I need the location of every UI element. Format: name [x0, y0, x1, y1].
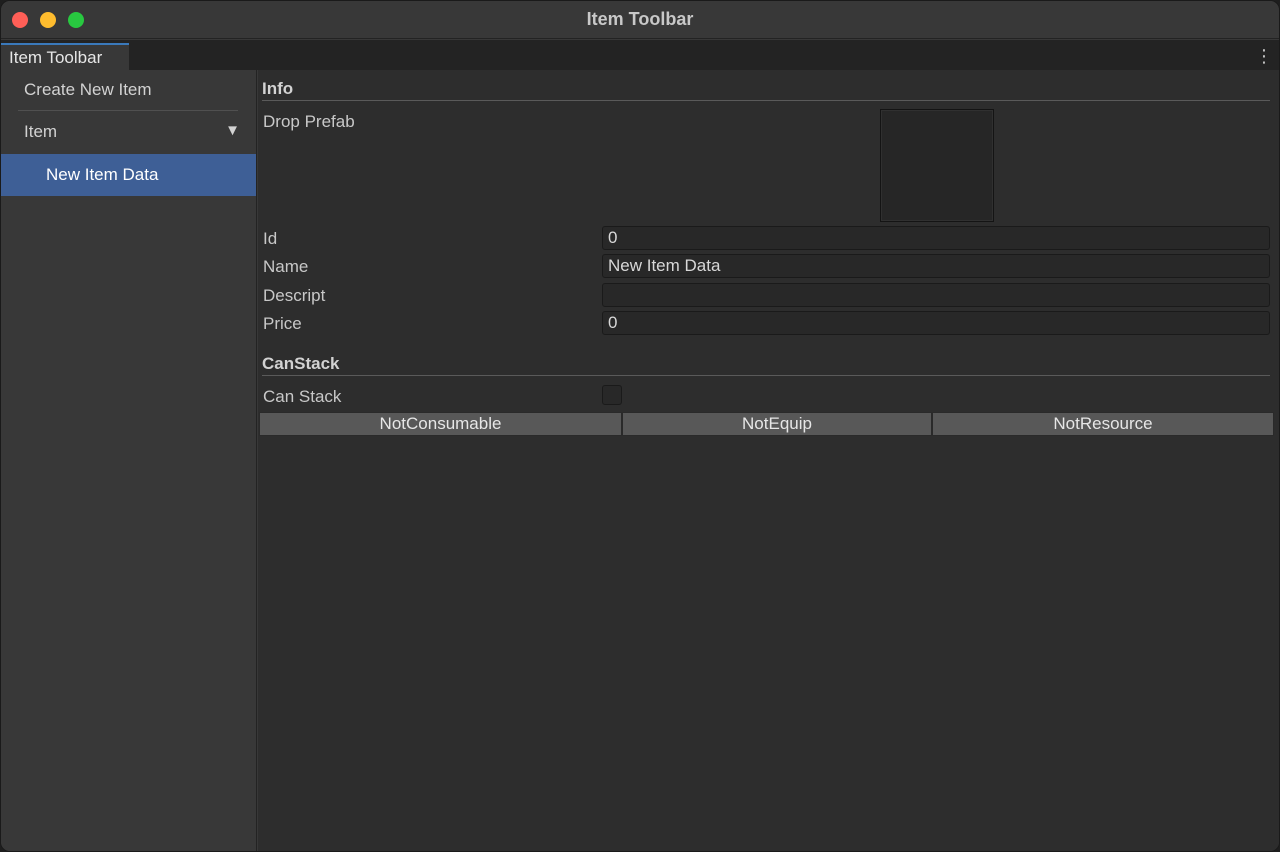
title-bar: Item Toolbar: [1, 1, 1279, 39]
sidebar-group-item[interactable]: Item ▼: [24, 122, 240, 146]
descript-label: Descript: [263, 286, 326, 305]
inspector-panel: Info Drop Prefab Id 0 Name New Item Data…: [258, 70, 1279, 851]
window-title: Item Toolbar: [586, 9, 694, 29]
editor-window: Item Toolbar Item Toolbar ⋮ Create New I…: [0, 0, 1280, 852]
section-title-info: Info: [262, 79, 294, 98]
can-stack-label: Can Stack: [263, 387, 342, 406]
descript-field[interactable]: [602, 283, 1270, 307]
section-divider-info: [262, 100, 1270, 101]
tab-strip: Item Toolbar ⋮: [1, 40, 1279, 70]
tab-item-toolbar[interactable]: Item Toolbar: [1, 43, 129, 70]
sidebar-item-new-item-data[interactable]: New Item Data: [1, 154, 256, 196]
kebab-menu-icon[interactable]: ⋮: [1255, 46, 1273, 66]
drop-prefab-label: Drop Prefab: [263, 112, 355, 131]
sidebar-group-label: Item: [24, 122, 58, 141]
name-label: Name: [263, 257, 309, 276]
can-stack-checkbox[interactable]: [602, 385, 622, 405]
triangle-down-icon[interactable]: ▼: [225, 122, 240, 139]
not-resource-button[interactable]: NotResource: [932, 412, 1274, 436]
section-divider-canstack: [262, 375, 1270, 376]
type-button-row: NotConsumable NotEquip NotResource: [259, 412, 1274, 436]
price-label: Price: [263, 314, 302, 333]
id-field[interactable]: 0: [602, 226, 1270, 250]
sidebar: Create New Item Item ▼ New Item Data: [1, 70, 257, 851]
not-consumable-button[interactable]: NotConsumable: [259, 412, 622, 436]
not-equip-button[interactable]: NotEquip: [622, 412, 932, 436]
drop-prefab-slot[interactable]: [880, 109, 994, 222]
section-title-canstack: CanStack: [262, 354, 340, 373]
id-label: Id: [263, 229, 278, 248]
sidebar-divider: [18, 110, 238, 111]
price-field[interactable]: 0: [602, 311, 1270, 335]
create-new-item-button[interactable]: Create New Item: [24, 80, 152, 102]
name-field[interactable]: New Item Data: [602, 254, 1270, 278]
